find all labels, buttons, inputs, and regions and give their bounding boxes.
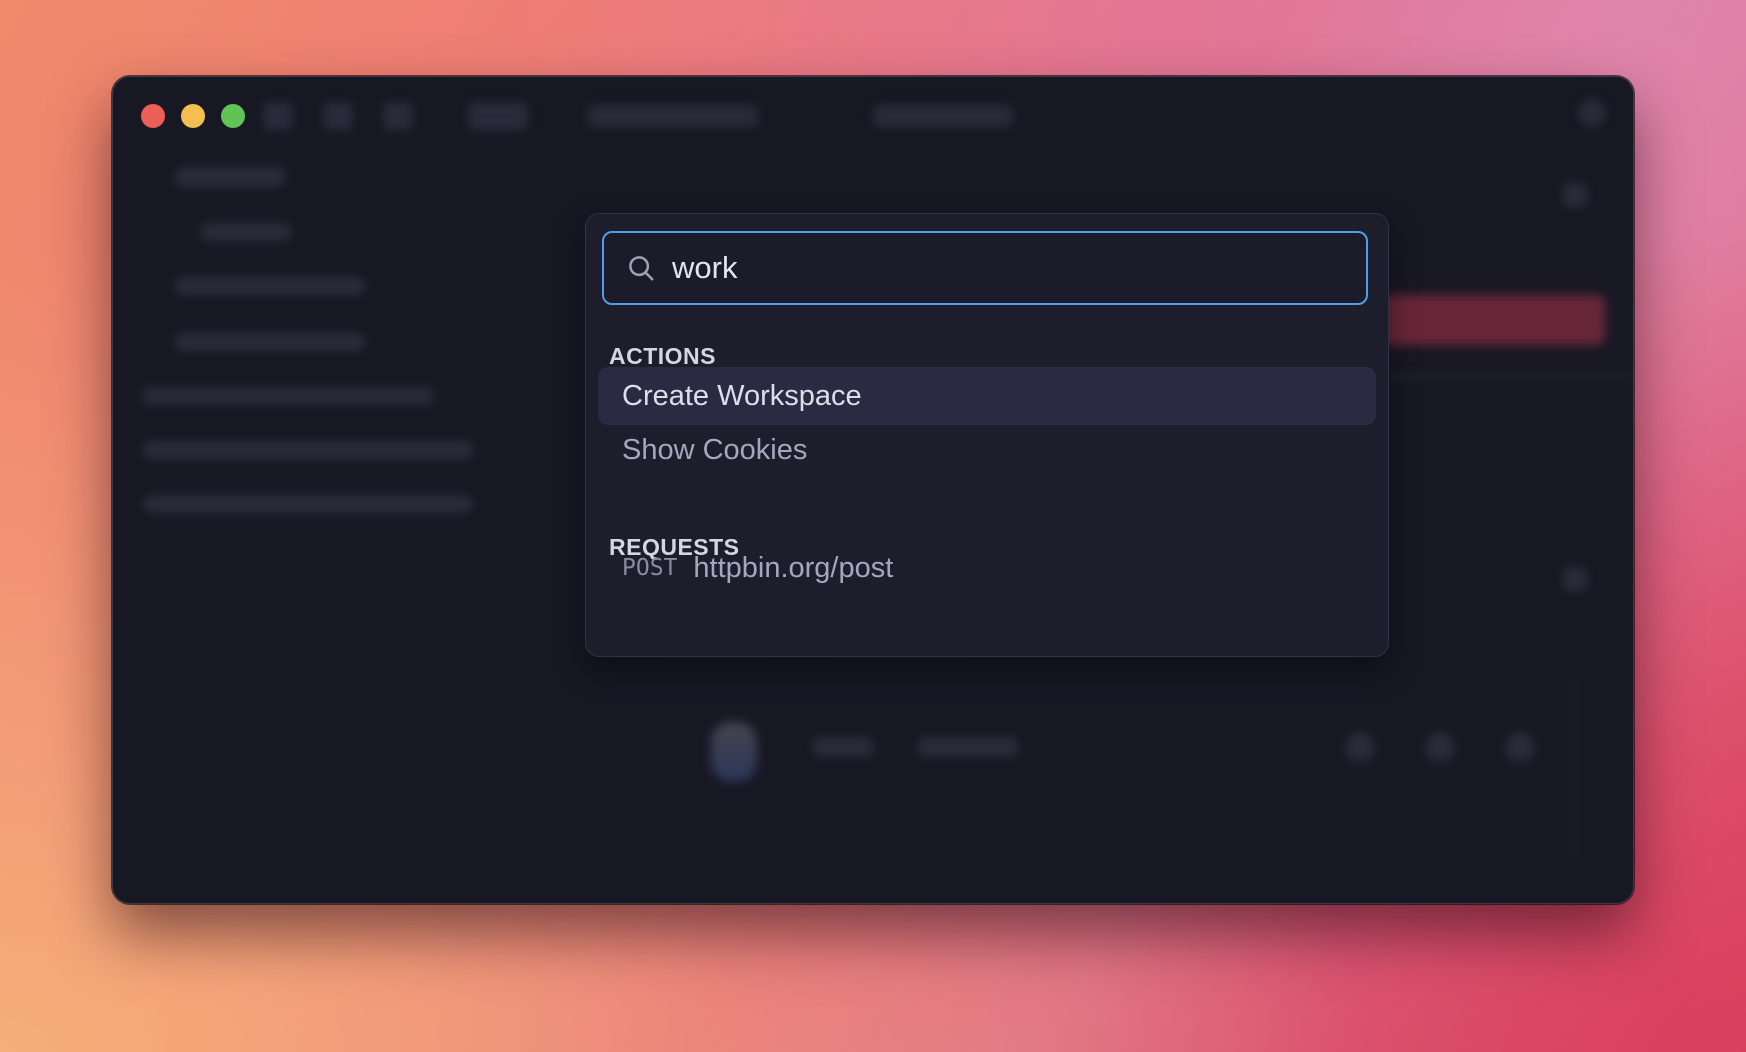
window-controls bbox=[141, 104, 245, 128]
app-window: ACTIONS Create Workspace Show Cookies RE… bbox=[112, 76, 1634, 904]
close-window-button[interactable] bbox=[141, 104, 165, 128]
command-palette: ACTIONS Create Workspace Show Cookies RE… bbox=[585, 213, 1389, 657]
section-label-actions: ACTIONS bbox=[609, 343, 716, 369]
command-item-label: Create Workspace bbox=[622, 379, 862, 412]
command-item-show-cookies[interactable]: Show Cookies bbox=[598, 421, 1376, 479]
command-search-input[interactable] bbox=[672, 250, 1312, 286]
request-url: httpbin.org/post bbox=[693, 551, 894, 584]
minimize-window-button[interactable] bbox=[181, 104, 205, 128]
http-method-badge: POST bbox=[622, 555, 678, 581]
maximize-window-button[interactable] bbox=[221, 104, 245, 128]
command-item-label: Show Cookies bbox=[622, 433, 808, 466]
command-search-box[interactable] bbox=[602, 231, 1368, 305]
search-icon bbox=[629, 256, 654, 281]
command-item-create-workspace[interactable]: Create Workspace bbox=[598, 367, 1376, 425]
request-item-httpbin-post[interactable]: POST httpbin.org/post bbox=[598, 539, 1376, 597]
